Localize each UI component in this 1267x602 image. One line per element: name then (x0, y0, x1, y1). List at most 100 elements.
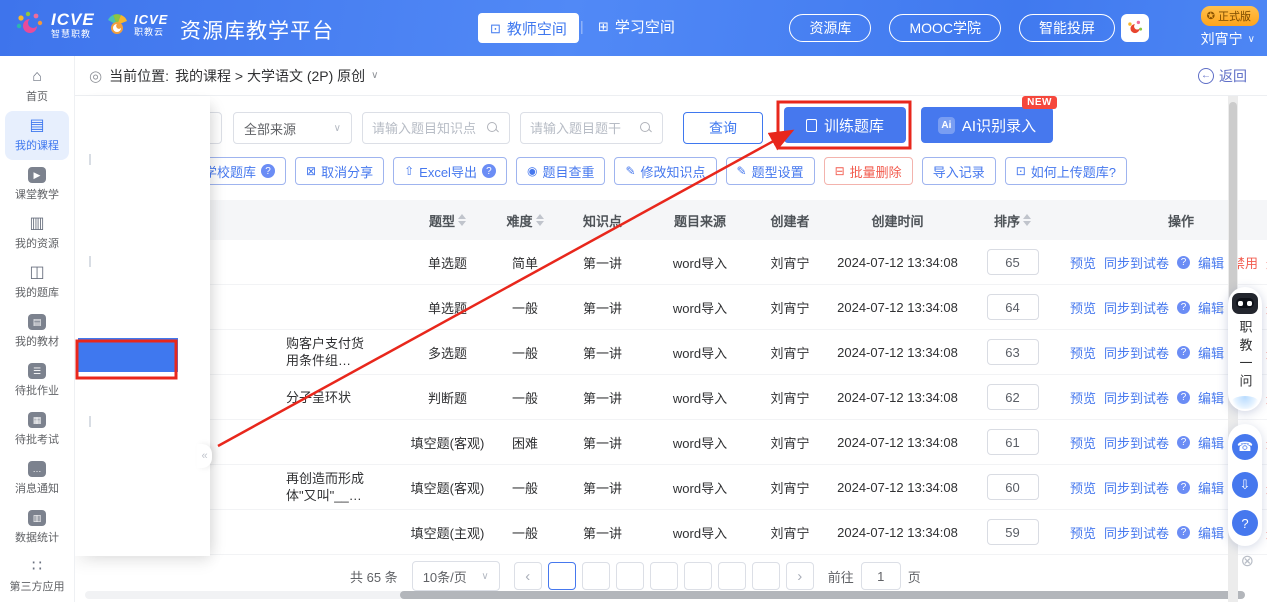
breadcrumb-path[interactable]: 我的课程 > 大学语文 (2P) 原创 (175, 66, 365, 86)
preview-link[interactable]: 预览 (1070, 388, 1096, 407)
sort-order-input[interactable] (987, 429, 1039, 455)
sidebar-item[interactable]: ▤ 我的教材 (5, 307, 69, 356)
sync-to-paper-link[interactable]: 同步到试卷 (1104, 478, 1169, 497)
next-page-button[interactable]: › (786, 562, 814, 590)
horizontal-scrollbar-thumb[interactable] (400, 591, 1245, 599)
preview-link[interactable]: 预览 (1070, 343, 1096, 362)
header-pill-button[interactable]: MOOC学院 (889, 14, 1001, 42)
sync-to-paper-link[interactable]: 同步到试卷 (1104, 523, 1169, 542)
toolbar-button[interactable]: ⊟ 批量删除 ? (824, 157, 913, 185)
assistant-widget[interactable]: 职教一问 (1228, 287, 1262, 411)
page-number-button[interactable] (684, 562, 712, 590)
toolbar-button[interactable]: ✎ 修改知识点 ? (614, 157, 716, 185)
edit-link[interactable]: 编辑 (1198, 478, 1224, 497)
training-bank-button[interactable]: 训练题库 (784, 107, 906, 143)
submenu-item[interactable] (75, 440, 210, 474)
submenu-item[interactable] (75, 178, 210, 212)
edit-link[interactable]: 编辑 (1198, 343, 1224, 362)
submenu-item[interactable] (75, 212, 210, 246)
page-number-button[interactable] (718, 562, 746, 590)
sort-order-input[interactable] (987, 294, 1039, 320)
sync-to-paper-link[interactable]: 同步到试卷 (1104, 433, 1169, 452)
teacher-space-button[interactable]: ⊡ 教师空间 (478, 13, 579, 43)
page-number-button[interactable] (582, 562, 610, 590)
help-icon[interactable]: ? (1177, 526, 1190, 539)
preview-link[interactable]: 预览 (1070, 253, 1096, 272)
submenu-item[interactable] (75, 474, 210, 508)
help-icon[interactable]: ? (261, 164, 275, 178)
sync-to-paper-link[interactable]: 同步到试卷 (1104, 388, 1169, 407)
col-sort-order[interactable]: 排序 (970, 211, 1055, 230)
edit-link[interactable]: 编辑 (1198, 253, 1224, 272)
submenu-item[interactable] (78, 338, 178, 372)
page-number-button[interactable] (752, 562, 780, 590)
source-select[interactable]: 全部来源 ∨ (233, 112, 352, 144)
page-number-button[interactable] (650, 562, 678, 590)
sidebar-item[interactable]: … 消息通知 (5, 454, 69, 503)
toolbar-button[interactable]: ⊡ 如何上传题库? ? (1005, 157, 1127, 185)
download-icon[interactable]: ⇩ (1232, 472, 1258, 498)
toolbar-button[interactable]: ✎ 题型设置 ? (726, 157, 815, 185)
toolbar-button[interactable]: ◉ 题目查重 ? (516, 157, 606, 185)
close-float-icon[interactable]: ⊗ (1241, 551, 1254, 571)
header-pill-button[interactable]: 智能投屏 (1019, 14, 1115, 42)
toolbar-button[interactable]: 导入记录 ? (922, 157, 996, 185)
sidebar-item[interactable]: ☰ 待批作业 (5, 356, 69, 405)
user-menu[interactable]: 刘宵宁 ∨ (1201, 29, 1255, 49)
preview-link[interactable]: 预览 (1070, 478, 1096, 497)
sort-icon[interactable] (536, 214, 544, 226)
sidebar-item[interactable]: ▥ 数据统计 (5, 503, 69, 552)
toolbar-button[interactable]: ⇧ Excel导出 ? (393, 157, 507, 185)
sidebar-item[interactable]: ⌂ 首页 (5, 62, 69, 111)
sidebar-item[interactable]: ∷ 第三方应用 (5, 552, 69, 601)
sort-order-input[interactable] (987, 519, 1039, 545)
sort-order-input[interactable] (987, 474, 1039, 500)
submenu-item[interactable] (75, 372, 210, 406)
query-button[interactable]: 查询 (683, 112, 763, 144)
sidebar-item[interactable]: ◫ 我的题库 (5, 258, 69, 307)
col-question-type[interactable]: 题型 (405, 211, 490, 230)
sync-to-paper-link[interactable]: 同步到试卷 (1104, 298, 1169, 317)
sidebar-item[interactable]: ▥ 我的资源 (5, 209, 69, 258)
submenu-item[interactable] (75, 246, 210, 280)
sort-order-input[interactable] (987, 249, 1039, 275)
submenu-item[interactable] (75, 110, 210, 144)
toolbar-button[interactable]: ⊠ 取消分享 ? (295, 157, 384, 185)
submenu-item[interactable] (75, 144, 210, 178)
sidebar-item[interactable]: ▶ 课堂教学 (5, 160, 69, 209)
preview-link[interactable]: 预览 (1070, 298, 1096, 317)
breadcrumb-caret-icon[interactable]: ∨ (371, 70, 378, 81)
ai-recognition-entry-button[interactable]: Ai AI识别录入 NEW (921, 107, 1053, 143)
edit-link[interactable]: 编辑 (1198, 388, 1224, 407)
sort-order-input[interactable] (987, 384, 1039, 410)
preview-link[interactable]: 预览 (1070, 523, 1096, 542)
sort-icon[interactable] (1023, 214, 1031, 226)
question-stem-input[interactable] (530, 121, 640, 136)
help-icon[interactable]: ? (1177, 346, 1190, 359)
help-icon[interactable]: ? (1177, 481, 1190, 494)
page-number-button[interactable] (548, 562, 576, 590)
customer-service-icon[interactable]: ☎ (1232, 434, 1258, 460)
knowledge-point-input[interactable] (372, 121, 487, 136)
sync-to-paper-link[interactable]: 同步到试卷 (1104, 253, 1169, 272)
preview-link[interactable]: 预览 (1070, 433, 1096, 452)
help-icon[interactable]: ? (1177, 256, 1190, 269)
edit-link[interactable]: 编辑 (1198, 433, 1224, 452)
app-launcher-icon[interactable] (1121, 14, 1149, 42)
goto-page-input[interactable] (861, 562, 901, 590)
help-icon[interactable]: ? (1177, 301, 1190, 314)
page-number-button[interactable] (616, 562, 644, 590)
sort-order-input[interactable] (987, 339, 1039, 365)
help-circle-icon[interactable]: ? (1232, 510, 1258, 536)
col-difficulty[interactable]: 难度 (490, 211, 560, 230)
sidebar-item[interactable]: ▦ 待批考试 (5, 405, 69, 454)
help-icon[interactable]: ? (482, 164, 496, 178)
page-size-select[interactable]: 10条/页 ∨ (412, 561, 500, 591)
sidebar-item[interactable]: ▤ 我的课程 (5, 111, 69, 160)
submenu-item[interactable] (75, 280, 210, 314)
back-button[interactable]: ← 返回 (1198, 66, 1247, 86)
help-icon[interactable]: ? (1177, 391, 1190, 404)
sort-icon[interactable] (458, 214, 466, 226)
submenu-item[interactable] (75, 406, 210, 440)
help-icon[interactable]: ? (1177, 436, 1190, 449)
